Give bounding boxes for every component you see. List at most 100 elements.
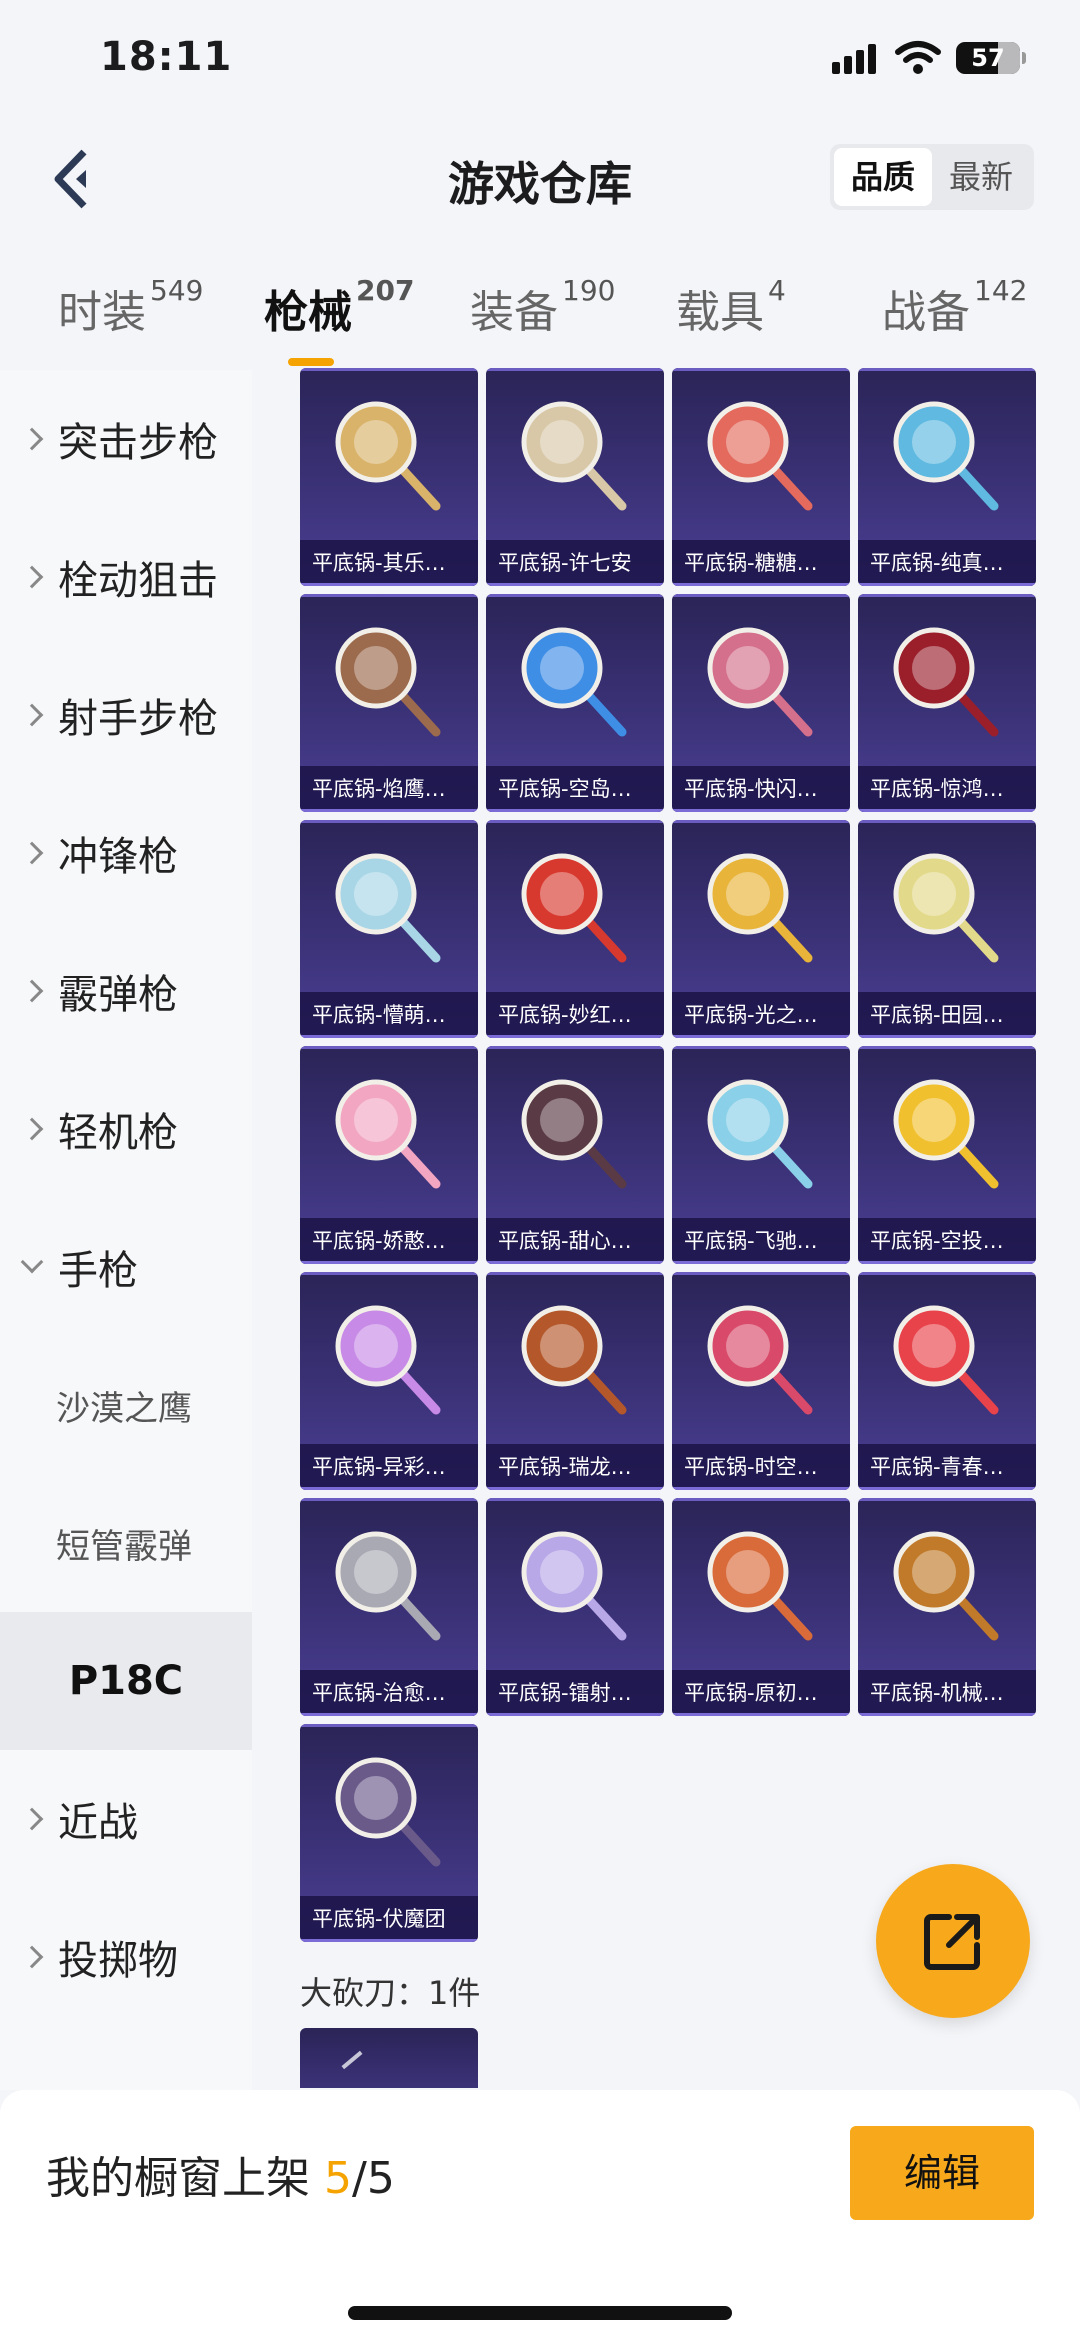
tab-equipment[interactable]: 装备 190 [470,274,616,340]
home-indicator [348,2306,732,2320]
item-name: 平底锅-纯真… [858,540,1036,586]
tab-count: 4 [768,274,786,307]
sidebar-item-shotgun[interactable]: 霰弹枪 [0,922,252,1060]
sort-quality-button[interactable]: 品质 [834,148,932,206]
item-name: 平底锅-空投… [858,1218,1036,1264]
item-card[interactable]: 平底锅-田园… [858,820,1036,1038]
frying-pan-icon [893,627,999,737]
frying-pan-icon [707,627,813,737]
cellular-signal-icon [832,44,878,74]
item-card[interactable]: 平底锅-空岛… [486,594,664,812]
sidebar-item-dmr[interactable]: 射手步枪 [0,646,252,784]
sidebar-item-melee[interactable]: 近战 [0,1750,252,1888]
item-card[interactable]: 平底锅-其乐… [300,368,478,586]
item-card[interactable]: 平底锅-纯真… [858,368,1036,586]
sidebar-item-label: 射手步枪 [58,696,218,742]
chevron-right-icon [20,841,44,865]
tab-fashion[interactable]: 时装 549 [58,274,204,340]
item-name: 平底锅-惊鸿… [858,766,1036,812]
share-button[interactable] [876,1864,1030,2018]
frying-pan-icon [335,1757,441,1867]
frying-pan-icon [335,1305,441,1415]
item-name: 平底锅-治愈… [300,1670,478,1716]
frying-pan-icon [521,1305,627,1415]
sidebar-item-bolt-sniper[interactable]: 栓动狙击 [0,508,252,646]
item-card[interactable]: 平底锅-娇憨… [300,1046,478,1264]
tab-label: 载具 [676,287,764,338]
sort-newest-button[interactable]: 最新 [932,148,1030,206]
tab-guns[interactable]: 枪械 207 [264,274,414,366]
item-name: 平底锅-伏魔团 [300,1896,478,1942]
frying-pan-icon [521,627,627,737]
item-card[interactable]: 平底锅-甜心… [486,1046,664,1264]
frying-pan-icon [707,1531,813,1641]
chevron-right-icon [20,565,44,589]
sidebar-item-lmg[interactable]: 轻机枪 [0,1060,252,1198]
showcase-total-count: /5 [352,2153,395,2204]
sidebar-subitem-sawed-off[interactable]: 短管霰弹 [0,1474,252,1612]
tab-count: 190 [562,274,616,307]
frying-pan-icon [707,1079,813,1189]
active-tab-indicator [288,358,334,366]
item-card[interactable]: 平底锅-时空… [672,1272,850,1490]
item-card[interactable]: 平底锅-空投… [858,1046,1036,1264]
tab-label: 装备 [470,287,558,338]
frying-pan-icon [707,853,813,963]
sidebar-item-pistol[interactable]: 手枪 [0,1198,252,1336]
item-card[interactable]: 平底锅-瑞龙… [486,1272,664,1490]
item-name: 平底锅-机械… [858,1670,1036,1716]
tab-supplies[interactable]: 战备 142 [882,274,1027,340]
sidebar-item-label: 栓动狙击 [58,558,218,604]
sidebar-item-smg[interactable]: 冲锋枪 [0,784,252,922]
frying-pan-icon [335,853,441,963]
battery-icon: 57 [956,42,1026,74]
item-card[interactable]: 平底锅-机械… [858,1498,1036,1716]
sidebar-subitem-desert-eagle[interactable]: 沙漠之鹰 [0,1336,252,1474]
item-card[interactable]: 平底锅-镭射… [486,1498,664,1716]
battery-level: 57 [971,44,1005,72]
chevron-right-icon [20,427,44,451]
tab-vehicles[interactable]: 载具 4 [676,274,786,340]
item-card[interactable]: 平底锅-懵萌… [300,820,478,1038]
frying-pan-icon [893,853,999,963]
sidebar-item-throwables[interactable]: 投掷物 [0,1888,252,2026]
item-name: 平底锅-懵萌… [300,992,478,1038]
category-tabs: 时装 549 枪械 207 装备 190 载具 4 战备 142 [0,262,1080,366]
item-card[interactable]: 平底锅-糖糖… [672,368,850,586]
chevron-right-icon [20,979,44,1003]
item-name: 平底锅-焰鹰… [300,766,478,812]
sidebar-item-label: 短管霰弹 [56,1526,192,1567]
item-name: 平底锅-时空… [672,1444,850,1490]
frying-pan-icon [335,1531,441,1641]
item-card[interactable]: 平底锅-许七安 [486,368,664,586]
edit-button[interactable]: 编辑 [850,2126,1034,2220]
tab-label: 时装 [58,287,146,338]
sidebar-item-assault-rifle[interactable]: 突击步枪 [0,370,252,508]
item-name: 平底锅-光之… [672,992,850,1038]
showcase-bar: 我的橱窗上架 5/5 编辑 [0,2090,1080,2339]
status-time: 18:11 [100,34,233,80]
header: 游戏仓库 品质 最新 [0,118,1080,238]
item-card[interactable]: 平底锅-妙红… [486,820,664,1038]
sidebar-item-label: 霰弹枪 [58,972,178,1018]
item-card[interactable]: 平底锅-光之… [672,820,850,1038]
item-card[interactable]: 平底锅-异彩… [300,1272,478,1490]
item-card[interactable]: 平底锅-青春… [858,1272,1036,1490]
item-card[interactable]: 平底锅-治愈… [300,1498,478,1716]
item-card[interactable]: 平底锅-快闪… [672,594,850,812]
frying-pan-icon [521,1531,627,1641]
sidebar-item-label: 手枪 [58,1248,138,1294]
item-card[interactable]: 平底锅-焰鹰… [300,594,478,812]
item-name: 平底锅-娇憨… [300,1218,478,1264]
frying-pan-icon [893,1079,999,1189]
item-card[interactable]: 平底锅-惊鸿… [858,594,1036,812]
item-card[interactable]: 平底锅-飞驰… [672,1046,850,1264]
item-card[interactable]: 平底锅-原初… [672,1498,850,1716]
frying-pan-icon [707,401,813,511]
tab-count: 549 [150,274,204,307]
item-name: 平底锅-异彩… [300,1444,478,1490]
frying-pan-icon [521,853,627,963]
sidebar-subitem-p18c[interactable]: P18C [0,1612,252,1750]
item-card[interactable]: 平底锅-伏魔团 [300,1724,478,1942]
item-card[interactable] [300,2028,478,2088]
